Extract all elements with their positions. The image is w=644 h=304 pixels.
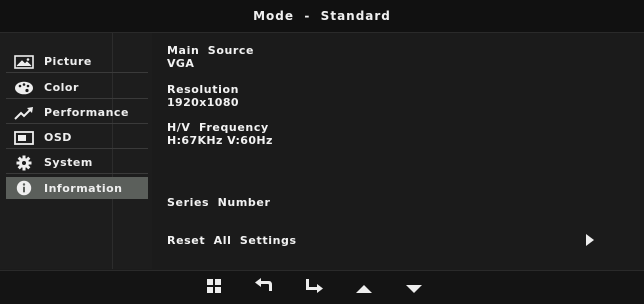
resolution-value: 1920x1080 — [167, 96, 239, 109]
reset-all-settings-row[interactable]: Reset All Settings — [167, 232, 595, 248]
hv-frequency-label: H/V Frequency — [167, 121, 269, 134]
series-number-label: Series Number — [167, 196, 271, 209]
down-button[interactable] — [403, 279, 425, 297]
sidebar-item-label: OSD — [44, 131, 72, 144]
sidebar-item-label: System — [44, 156, 93, 169]
performance-icon — [14, 105, 34, 121]
sidebar-item-osd[interactable]: OSD — [6, 127, 148, 149]
chevron-right-icon — [585, 231, 595, 250]
up-button[interactable] — [353, 279, 375, 297]
info-icon — [14, 180, 34, 196]
enter-arrow-icon — [304, 278, 324, 298]
main-source-label: Main Source — [167, 44, 255, 57]
hv-frequency-value: H:67KHz V:60Hz — [167, 134, 273, 147]
sidebar-item-information[interactable]: Information — [6, 177, 148, 199]
resolution-label: Resolution — [167, 83, 240, 96]
sidebar-item-performance[interactable]: Performance — [6, 102, 148, 124]
resolution-group: Resolution 1920x1080 — [167, 83, 239, 109]
osd-icon — [14, 130, 34, 146]
main-source-group: Main Source VGA — [167, 44, 254, 70]
menu-grid-button[interactable] — [203, 279, 225, 297]
back-button[interactable] — [253, 278, 275, 298]
hv-frequency-group: H/V Frequency H:67KHz V:60Hz — [167, 121, 273, 147]
enter-button[interactable] — [303, 279, 325, 297]
gear-icon — [14, 155, 34, 171]
monitor-osd: Mode - Standard Picture Color Performanc… — [0, 0, 644, 304]
header-bar: Mode - Standard — [0, 0, 644, 33]
menu-grid-icon — [206, 278, 222, 298]
sidebar-item-label: Performance — [44, 106, 129, 119]
series-number-group: Series Number — [167, 196, 270, 209]
reset-all-settings-label: Reset All Settings — [167, 233, 297, 247]
down-arrow-icon — [405, 279, 423, 298]
sidebar-item-label: Picture — [44, 55, 92, 68]
sidebar-item-picture[interactable]: Picture — [6, 51, 148, 73]
sidebar-item-label: Color — [44, 81, 79, 94]
sidebar-item-label: Information — [44, 181, 123, 195]
palette-icon — [14, 80, 34, 96]
sidebar-item-color[interactable]: Color — [6, 77, 148, 99]
up-arrow-icon — [355, 279, 373, 298]
back-arrow-icon — [254, 278, 274, 298]
bottom-nav-bar — [0, 270, 644, 304]
sidebar-item-system[interactable]: System — [6, 152, 148, 174]
main-source-value: VGA — [167, 57, 195, 70]
picture-icon — [14, 54, 34, 70]
mode-title: Mode - Standard — [253, 9, 391, 23]
